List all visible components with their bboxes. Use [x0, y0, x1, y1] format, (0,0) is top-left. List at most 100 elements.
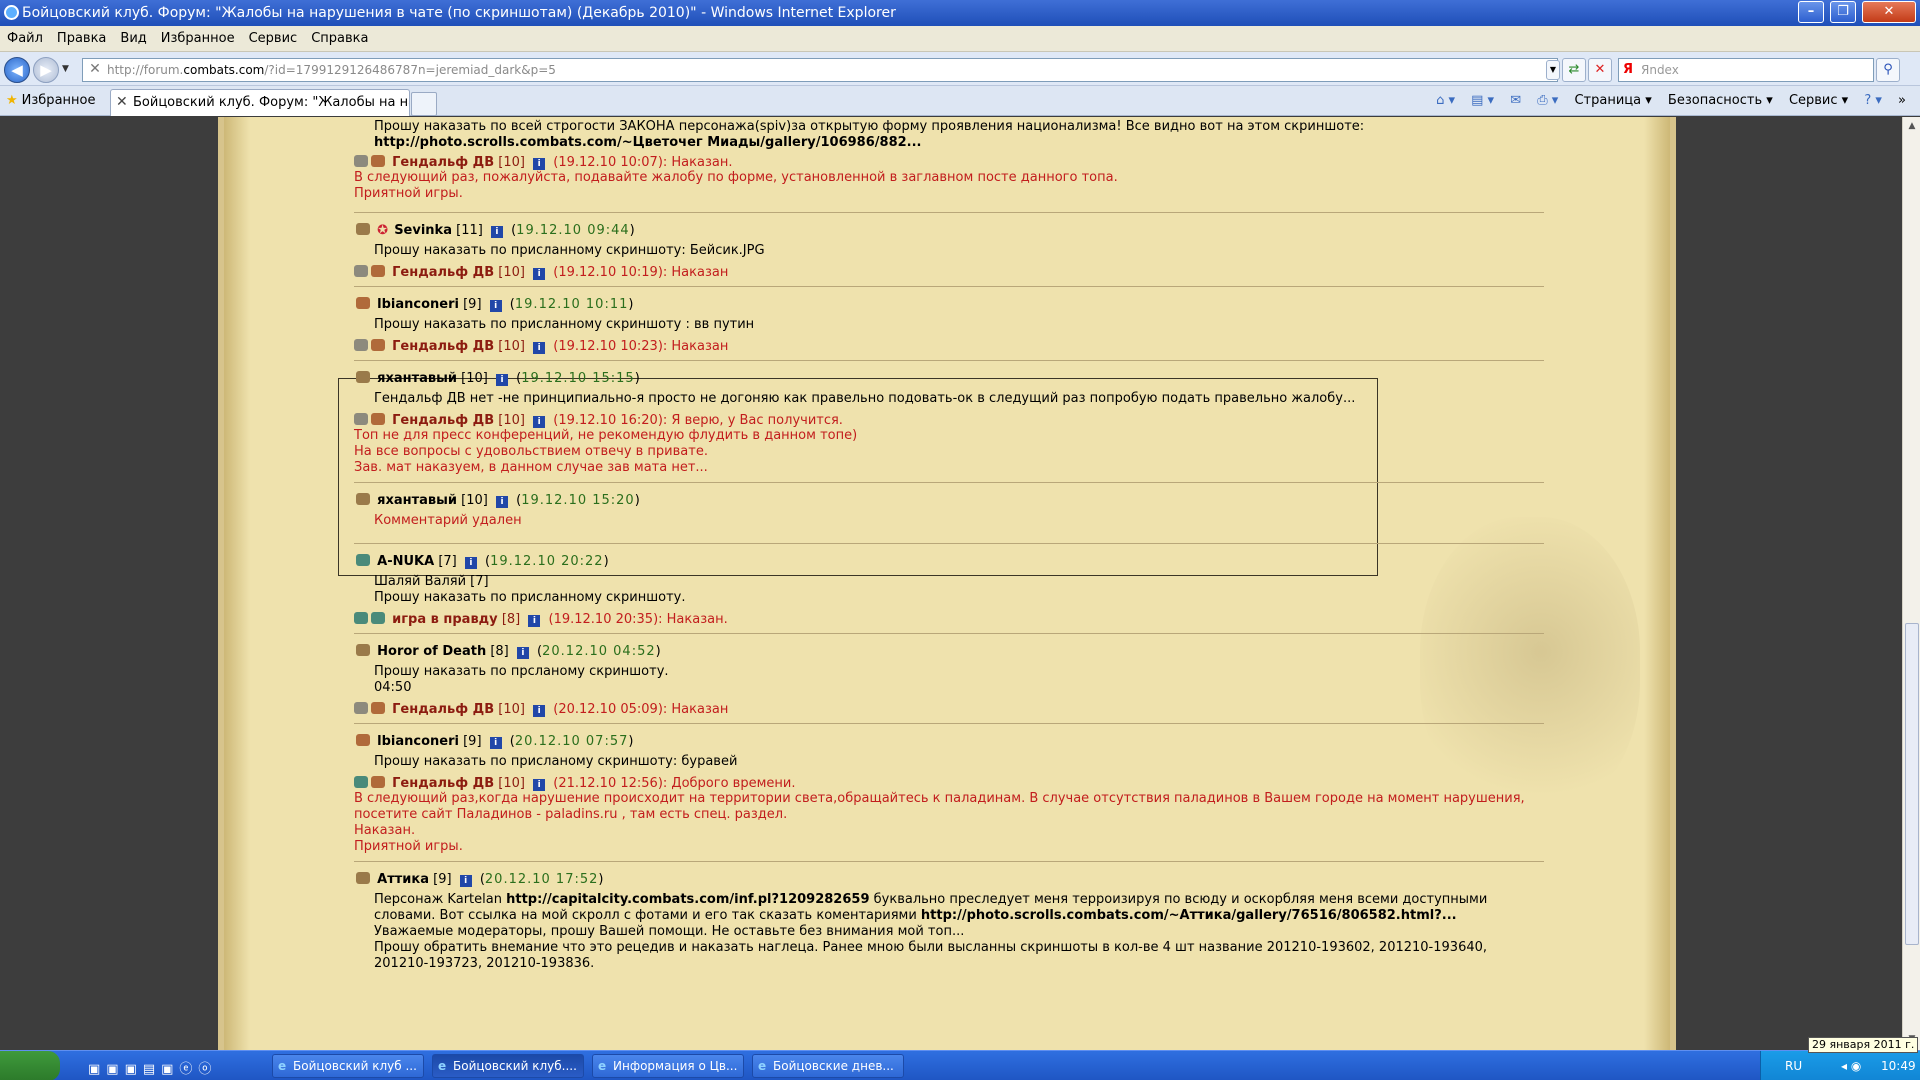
info-icon[interactable]: i [533, 416, 546, 428]
info-icon[interactable]: i [489, 300, 502, 312]
scroll-thumb[interactable] [1905, 623, 1919, 945]
menu-help[interactable]: Справка [304, 26, 375, 52]
align-icon [371, 265, 385, 277]
print-icon[interactable]: ⎙ ▾ [1537, 90, 1558, 112]
taskbar-item[interactable]: Бойцовские днев... [752, 1054, 904, 1078]
info-icon[interactable]: i [533, 705, 546, 717]
favorites-button[interactable]: ★ Избранное [6, 92, 95, 110]
forward-button[interactable]: ▶ [33, 57, 59, 83]
author-name[interactable]: lbianconeri [377, 734, 459, 749]
moderator-name[interactable]: Гендальф ДВ [392, 155, 494, 170]
info-icon[interactable]: i [533, 779, 546, 791]
back-button[interactable]: ◀ [4, 57, 30, 83]
mail-icon[interactable]: ✉ [1510, 90, 1521, 112]
address-bar-area: ◀ ▶ ▼ ✕ http://forum.combats.com/?id=179… [0, 52, 1920, 86]
moderator-name[interactable]: Гендальф ДВ [392, 339, 494, 354]
post-link[interactable]: http://capitalcity.combats.com/inf.pl?12… [506, 892, 869, 907]
moderator-name[interactable]: Гендальф ДВ [392, 702, 494, 717]
author-name[interactable]: яхантавый [377, 493, 457, 508]
address-dropdown-icon[interactable]: ▼ [1546, 60, 1560, 80]
date-tooltip: 29 января 2011 г. [1808, 1037, 1919, 1053]
cmd-help[interactable]: ? ▾ [1864, 90, 1882, 112]
info-icon[interactable]: i [496, 374, 508, 386]
author-name[interactable]: Horor of Death [377, 644, 486, 659]
start-button[interactable] [0, 1051, 60, 1080]
language-indicator[interactable]: RU [1785, 1051, 1802, 1080]
stop-icon[interactable]: ✕ [1588, 58, 1612, 82]
feeds-icon[interactable]: ▤ ▾ [1471, 90, 1494, 112]
minimize-button[interactable]: – [1798, 1, 1824, 23]
maximize-button[interactable]: ❐ [1830, 1, 1856, 23]
info-icon[interactable]: i [464, 557, 477, 569]
info-icon[interactable]: i [516, 647, 529, 659]
new-tab-button[interactable] [411, 92, 437, 116]
post: A-NUKA [7] i (19.12.10 20:22) Шаляй Валя… [354, 544, 1544, 634]
refresh-icon[interactable]: ⇄ [1562, 58, 1586, 82]
history-dropdown-icon[interactable]: ▼ [62, 64, 69, 74]
info-icon[interactable]: i [490, 226, 503, 238]
post-text: Персонаж Kartelan http://capitalcity.com… [374, 892, 1488, 907]
author-name[interactable]: lbianconeri [377, 297, 459, 312]
clan-icon [354, 776, 368, 788]
align-icon [356, 223, 370, 235]
post-link[interactable]: http://photo.scrolls.combats.com/~Аттика… [921, 908, 1457, 923]
post-text: Прошу наказать по всей строгости ЗАКОНА … [374, 119, 1365, 134]
taskbar-item[interactable]: Бойцовский клуб ... [272, 1054, 424, 1078]
moderator-name[interactable]: Гендальф ДВ [392, 776, 494, 791]
post-text: Прошу наказать по присланному скриншоту. [374, 590, 686, 605]
menu-view[interactable]: Вид [113, 26, 153, 52]
author-name[interactable]: Аттика [377, 872, 429, 887]
info-icon[interactable]: i [528, 615, 541, 627]
tray-icons[interactable]: ◂ ◉ [1841, 1051, 1861, 1080]
address-input[interactable]: ✕ http://forum.combats.com/?id=179912912… [82, 58, 1558, 82]
post-link[interactable]: http://photo.scrolls.combats.com/~Цветоч… [354, 135, 1544, 151]
cmd-page[interactable]: Страница ▾ [1574, 90, 1651, 112]
align-icon [356, 554, 370, 566]
tab-forum[interactable]: ✕ Бойцовский клуб. Форум: "Жалобы на нар… [110, 89, 410, 116]
scroll-up-icon[interactable]: ▲ [1905, 119, 1919, 133]
author-name[interactable]: A-NUKA [377, 554, 434, 569]
moderator-text: посетите сайт Паладинов - paladins.ru , … [354, 807, 788, 822]
moderator-reply: Гендальф ДВ [10] i (19.12.10 10:07): Нак… [354, 155, 1544, 170]
moderator-reply: Гендальф ДВ [10] i (20.12.10 05:09): Нак… [354, 702, 1544, 717]
align-icon [371, 339, 385, 351]
menu-edit[interactable]: Правка [50, 26, 113, 52]
moderator-name[interactable]: Гендальф ДВ [392, 413, 494, 428]
menu-tools[interactable]: Сервис [242, 26, 305, 52]
menu-favorites[interactable]: Избранное [154, 26, 242, 52]
info-icon[interactable]: i [533, 268, 546, 280]
align-icon [356, 493, 370, 505]
info-icon[interactable]: i [496, 496, 508, 508]
post-header: lbianconeri [9] i (20.12.10 07:57) [354, 734, 1544, 749]
moderator-reply: Гендальф ДВ [10] i (19.12.10 10:19): Нак… [354, 265, 1544, 280]
close-button[interactable]: ✕ [1862, 1, 1916, 23]
search-input[interactable]: Я Яndex [1618, 58, 1874, 82]
moderator-name[interactable]: игра в правду [392, 612, 498, 627]
post: яхантавый [10] i (19.12.10 15:15) Гендал… [354, 361, 1544, 483]
search-icon[interactable]: ⚲ [1876, 58, 1900, 82]
home-icon[interactable]: ⌂ ▾ [1436, 90, 1455, 112]
cmd-tools[interactable]: Сервис ▾ [1789, 90, 1848, 112]
cmd-security[interactable]: Безопасность ▾ [1668, 90, 1773, 112]
vertical-scrollbar[interactable]: ▲ ▼ [1902, 117, 1920, 1050]
moderator-reply: Гендальф ДВ [10] i (21.12.10 12:56): Доб… [354, 776, 1544, 791]
moderator-name[interactable]: Гендальф ДВ [392, 265, 494, 280]
menu-file[interactable]: Файл [0, 26, 50, 52]
taskbar-item[interactable]: Информация о Цв... [592, 1054, 744, 1078]
align-icon [356, 734, 370, 746]
post: lbianconeri [9] i (20.12.10 07:57) Прошу… [354, 724, 1544, 862]
taskbar-item-active[interactable]: Бойцовский клуб.... [432, 1054, 584, 1078]
author-name[interactable]: Sevinka [394, 223, 452, 238]
info-icon[interactable]: i [489, 737, 502, 749]
post-header: яхантавый [10] i (19.12.10 15:20) [354, 493, 1544, 508]
taskbar: ▣▣▣▤▣ⓔⓞ Бойцовский клуб ... Бойцовский к… [0, 1050, 1920, 1080]
more-icon[interactable]: » [1898, 90, 1906, 112]
info-icon[interactable]: i [533, 342, 546, 354]
info-icon[interactable]: i [459, 875, 472, 887]
system-tray: RU ◂ ◉ 10:49 [1760, 1051, 1920, 1080]
info-icon[interactable]: i [533, 158, 546, 170]
author-name[interactable]: яхантавый [377, 371, 457, 386]
quick-launch-icons[interactable]: ▣▣▣▤▣ⓔⓞ [88, 1058, 217, 1077]
clock[interactable]: 10:49 [1881, 1051, 1916, 1080]
post-header: Аттика [9] i (20.12.10 17:52) [354, 872, 1544, 887]
